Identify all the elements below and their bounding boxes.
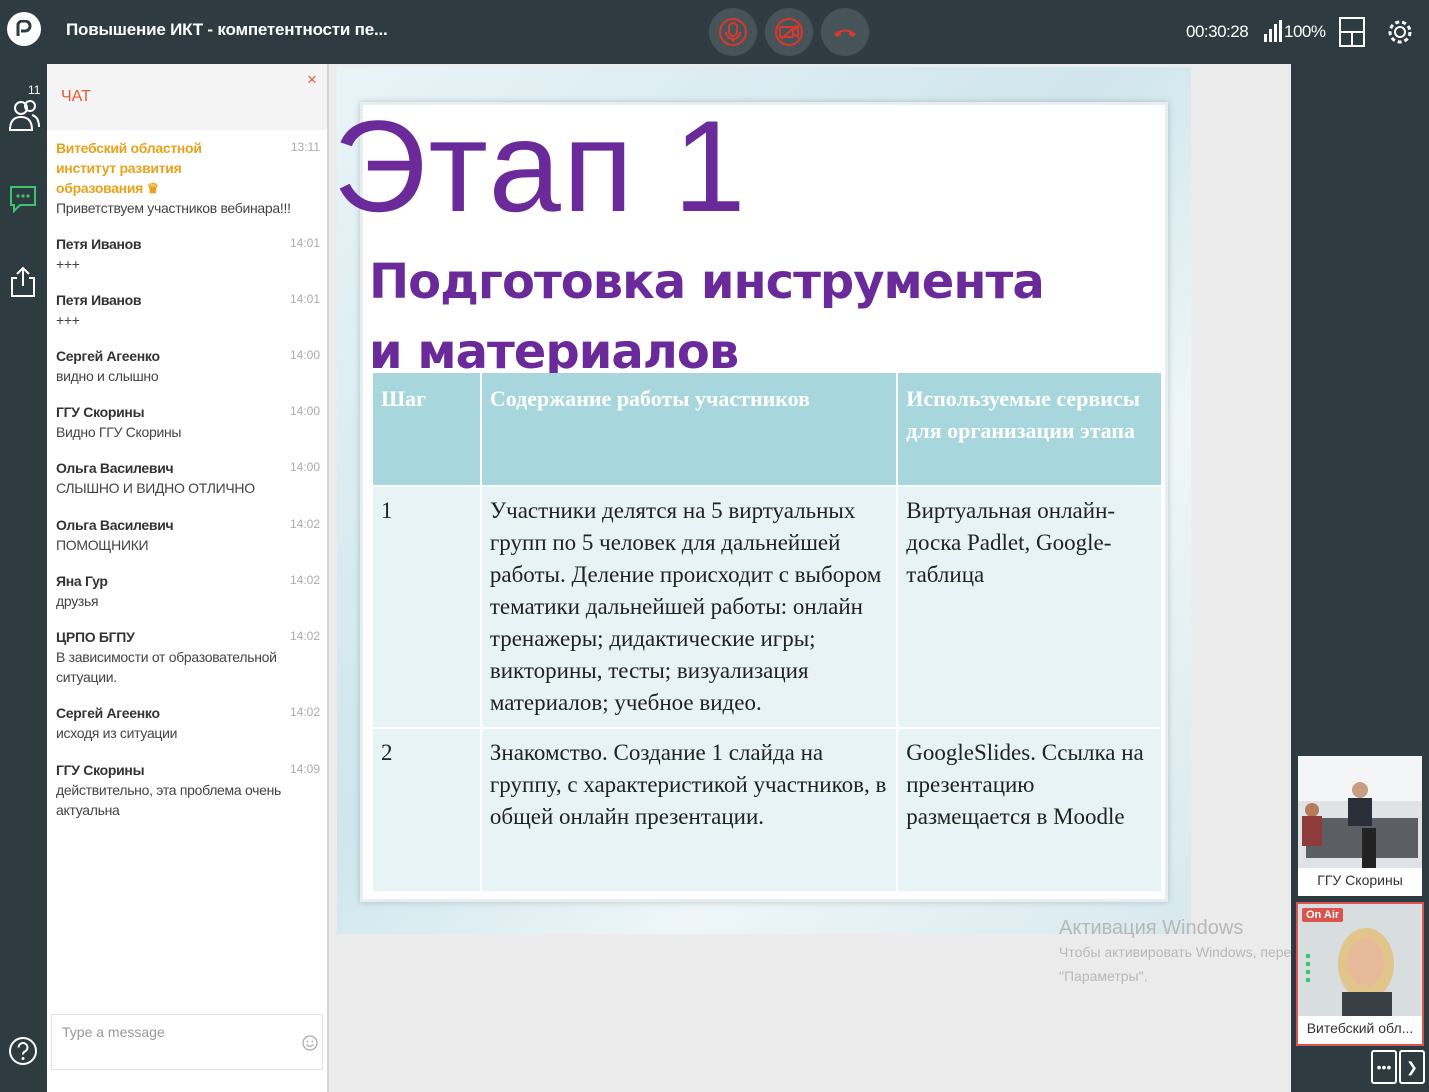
- message-text: ПОМОЩНИКИ: [56, 537, 149, 553]
- table-cell: 1: [373, 486, 482, 729]
- message-time: 14:02: [289, 573, 320, 587]
- message-time: 14:00: [289, 404, 320, 418]
- table-cell: GoogleSlides. Ссылка на презентацию разм…: [897, 728, 1163, 893]
- table-cell: Знакомство. Создание 1 слайда на группу,…: [480, 728, 899, 893]
- table-header-cell: Шаг: [373, 373, 482, 487]
- message-text: видно и слышно: [56, 368, 159, 384]
- table-header-row: Шаг Содержание работы участников Использ…: [373, 373, 1163, 487]
- session-timer: 00:30:28: [1186, 22, 1249, 41]
- message-text: действительно, эта проблема очень актуал…: [56, 782, 282, 818]
- message-text: +++: [56, 256, 80, 272]
- webinar-title: Повышение ИКТ - компетентности пе...: [66, 20, 388, 39]
- message-author: Витебский областной институт развития об…: [56, 140, 202, 196]
- phone-hangup-icon: [834, 29, 856, 37]
- chat-icon[interactable]: [8, 184, 38, 214]
- table-cell: Участники делятся на 5 виртуальных групп…: [480, 486, 899, 729]
- table-header-cell: Содержание работы участников: [480, 373, 899, 487]
- microphone-button[interactable]: [709, 8, 757, 56]
- chat-message: Витебский областной институт развития об…: [56, 138, 322, 218]
- message-author: Сергей Агеенко: [56, 705, 160, 721]
- message-author: Петя Иванов: [56, 292, 142, 308]
- top-bar: Повышение ИКТ - компетентности пе... 00:…: [0, 0, 1429, 64]
- table-header-cell: Используемые сервисы для организации эта…: [897, 373, 1163, 487]
- left-rail: [0, 64, 47, 1092]
- message-author: Ольга Василевич: [56, 460, 174, 476]
- message-author: Яна Гур: [56, 573, 108, 589]
- collapse-panel-button[interactable]: ❯: [1399, 1050, 1425, 1084]
- chat-message: ГГУ Скорины 14:09 действительно, эта про…: [56, 760, 322, 820]
- chat-message: ЦРПО БГПУ 14:02 В зависимости от образов…: [56, 627, 322, 687]
- message-time: 14:00: [289, 460, 320, 474]
- table-row: 2 Знакомство. Создание 1 слайда на групп…: [373, 728, 1163, 893]
- message-author: ЦРПО БГПУ: [56, 629, 135, 645]
- presentation-slide: Этап 1 Подготовка инструмента и материал…: [333, 67, 1191, 934]
- emoji-icon[interactable]: [302, 1035, 318, 1051]
- host-crown-icon: ♛: [146, 180, 160, 196]
- chat-message: Ольга Василевич 14:00 СЛЫШНО И ВИДНО ОТЛ…: [56, 458, 322, 498]
- message-time: 14:02: [289, 517, 320, 531]
- chat-header: ЧАТ ×: [47, 64, 327, 130]
- participant-name: Витебский обл...: [1306, 1020, 1414, 1036]
- message-text: СЛЫШНО И ВИДНО ОТЛИЧНО: [56, 480, 255, 496]
- participant-video: [1298, 756, 1422, 868]
- camera-off-icon: [775, 18, 803, 46]
- chat-message: Петя Иванов 14:01 +++: [56, 234, 322, 274]
- slide-subtitle: Подготовка инструмента и материалов: [369, 254, 1045, 380]
- settings-gear-icon[interactable]: [1386, 17, 1414, 47]
- signal-percent: 100%: [1284, 22, 1326, 41]
- message-time: 14:01: [289, 292, 320, 306]
- message-text: исходя из ситуации: [56, 725, 178, 741]
- chat-message: Сергей Агеенко 14:02 исходя из ситуации: [56, 703, 322, 743]
- ellipsis-icon: •••: [1376, 1059, 1392, 1075]
- chat-message: Сергей Агеенко 14:00 видно и слышно: [56, 346, 322, 386]
- message-author: Петя Иванов: [56, 236, 142, 252]
- chat-message: Ольга Василевич 14:02 ПОМОЩНИКИ: [56, 515, 322, 555]
- message-text: Видно ГГУ Скорины: [56, 424, 182, 440]
- share-icon[interactable]: [8, 266, 38, 298]
- table-cell: Виртуальная онлайн-доска Padlet, Google-…: [897, 486, 1163, 729]
- message-author: Сергей Агеенко: [56, 348, 160, 364]
- chat-message: ГГУ Скорины 14:00 Видно ГГУ Скорины: [56, 402, 322, 442]
- app-logo-icon: [7, 12, 41, 46]
- slide-table: Шаг Содержание работы участников Использ…: [373, 373, 1163, 893]
- table-cell: 2: [373, 728, 482, 893]
- on-air-badge: On Air: [1302, 908, 1344, 922]
- participant-name: ГГУ Скорины: [1317, 872, 1403, 888]
- hang-up-button[interactable]: [821, 8, 869, 56]
- message-text: +++: [56, 312, 80, 328]
- participants-count: 11: [28, 83, 41, 97]
- participant-tile-speaking[interactable]: On Air Витебский обл...: [1296, 902, 1424, 1046]
- message-time: 14:00: [289, 348, 320, 362]
- message-text: друзья: [56, 593, 99, 609]
- slide-heading: Этап 1: [333, 93, 748, 239]
- chat-message: Петя Иванов 14:01 +++: [56, 290, 322, 330]
- message-time: 14:09: [289, 762, 320, 776]
- message-text: Приветствуем участников вебинара!!!: [56, 200, 291, 216]
- chat-close-button[interactable]: ×: [307, 70, 317, 90]
- participant-tile[interactable]: ГГУ Скорины: [1298, 756, 1422, 896]
- camera-button[interactable]: [765, 8, 813, 56]
- message-time: 14:01: [289, 236, 320, 250]
- participants-icon[interactable]: [8, 98, 40, 132]
- message-text: В зависимости от образовательной ситуаци…: [56, 649, 277, 685]
- chevron-right-icon: ❯: [1406, 1058, 1418, 1075]
- table-row: 1 Участники делятся на 5 виртуальных гру…: [373, 486, 1163, 729]
- chat-message-input[interactable]: [60, 1023, 294, 1041]
- chat-title: ЧАТ: [61, 88, 91, 105]
- chat-input-box: [51, 1014, 323, 1070]
- signal-strength-icon: [1264, 20, 1282, 42]
- message-time: 14:02: [289, 705, 320, 719]
- help-icon[interactable]: [8, 1036, 38, 1066]
- chat-panel: ЧАТ × Витебский областной институт разви…: [47, 64, 329, 1092]
- layout-icon[interactable]: [1339, 17, 1365, 47]
- message-time: 13:11: [290, 140, 320, 154]
- message-time: 14:02: [289, 629, 320, 643]
- more-options-button[interactable]: •••: [1371, 1050, 1397, 1084]
- chat-message: Яна Гур 14:02 друзья: [56, 571, 322, 611]
- message-author: ГГУ Скорины: [56, 762, 145, 778]
- message-author: ГГУ Скорины: [56, 404, 145, 420]
- microphone-off-icon: [719, 18, 747, 46]
- message-author: Ольга Василевич: [56, 517, 174, 533]
